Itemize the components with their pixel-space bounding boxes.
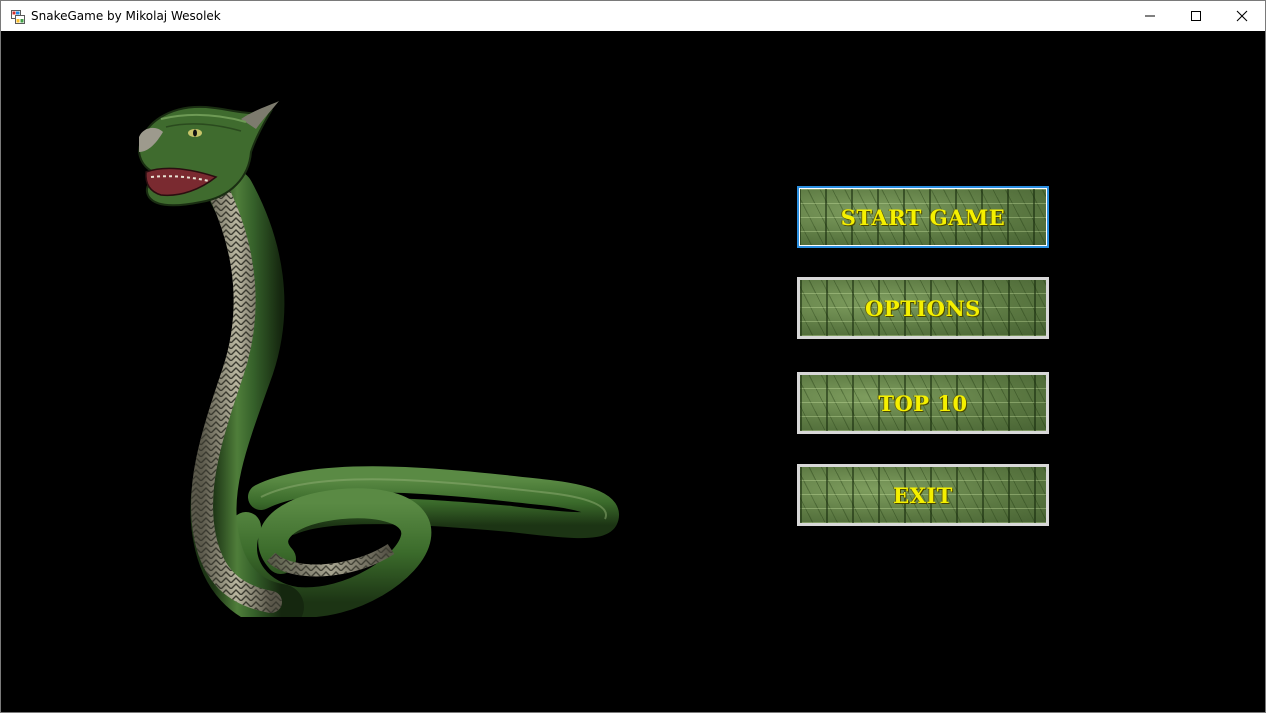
top10-button[interactable]: TOP 10 [797,372,1049,434]
top10-label: TOP 10 [878,390,968,416]
options-label: OPTIONS [865,295,981,321]
app-form-icon[interactable] [11,9,25,24]
window-title: SnakeGame by Mikolaj Wesolek [31,9,221,23]
minimize-button[interactable] [1127,1,1173,31]
start-game-button[interactable]: START GAME [797,186,1049,248]
maximize-icon [1191,11,1201,21]
app-window: SnakeGame by Mikolaj Wesolek START GAME … [0,0,1266,713]
exit-label: EXIT [893,482,953,508]
minimize-icon [1145,15,1155,17]
maximize-button[interactable] [1173,1,1219,31]
start-game-label: START GAME [840,204,1006,230]
game-menu-area: START GAME OPTIONS TOP 10 EXIT [1,31,1265,712]
title-bar[interactable]: SnakeGame by Mikolaj Wesolek [1,1,1265,31]
options-button[interactable]: OPTIONS [797,277,1049,339]
close-icon [1236,10,1248,22]
coiled-green-snake-icon [137,101,619,617]
exit-button[interactable]: EXIT [797,464,1049,526]
close-button[interactable] [1219,1,1265,31]
